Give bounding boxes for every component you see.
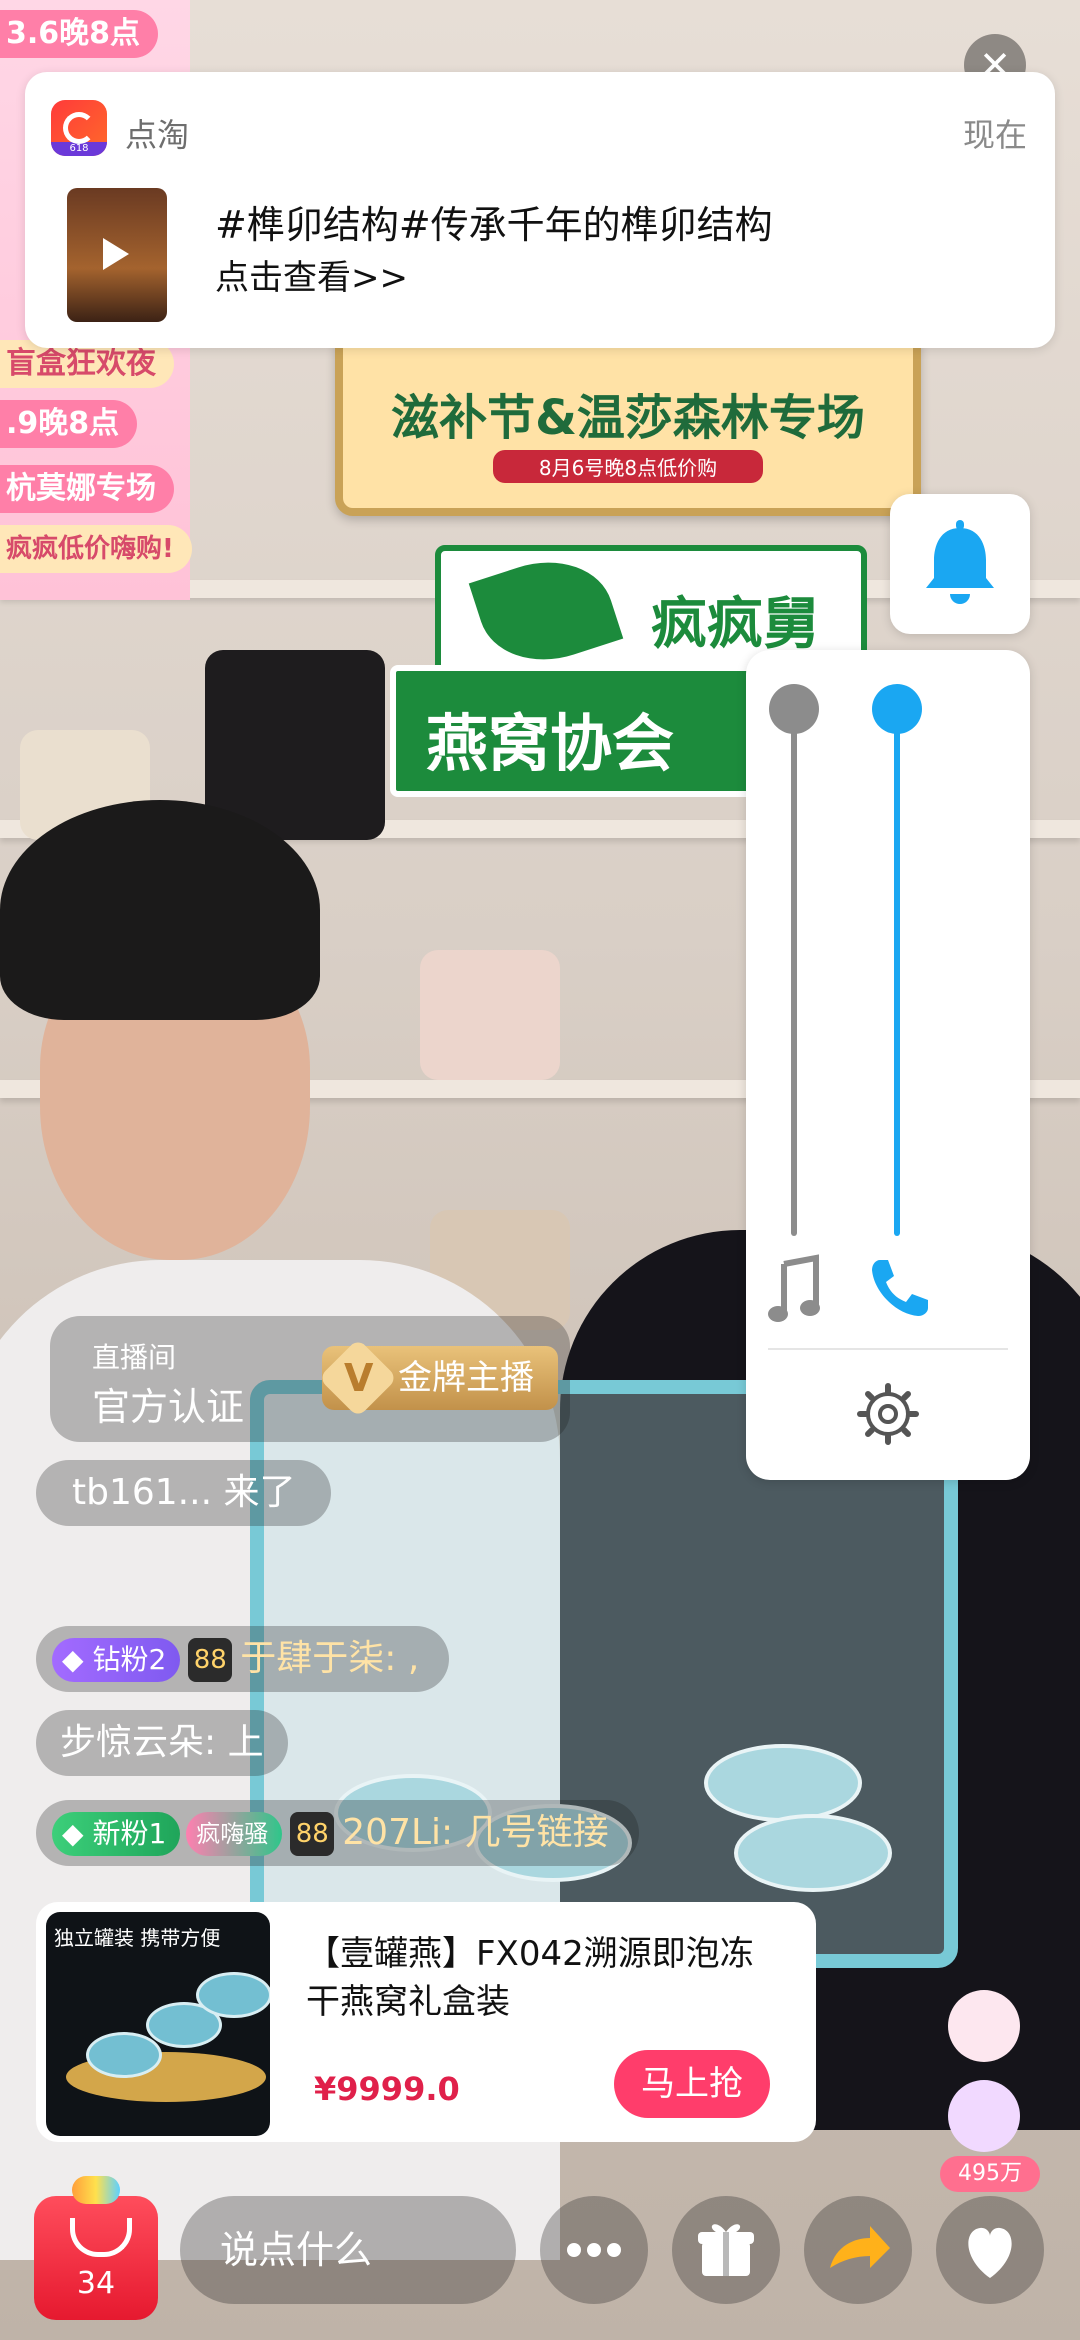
chat-message: tb161... 来了 (36, 1460, 332, 1526)
product-image[interactable]: 独立罐装 携带方便 (46, 1912, 270, 2136)
product-jar (86, 2032, 162, 2078)
promo-sign: 滋补节&温莎森林专场 8月6号晚8点低价购 (335, 330, 921, 516)
chat-text: 步惊云朵: 上 (60, 1722, 264, 1763)
shopping-bag-decoration (72, 2176, 120, 2204)
notification-thumbnail (67, 188, 167, 322)
play-icon (103, 238, 129, 270)
promo-sign-subtitle: 8月6号晚8点低价购 (493, 450, 763, 483)
comment-input[interactable]: 说点什么 (180, 2196, 516, 2304)
media-volume-knob[interactable] (769, 684, 819, 734)
gift-button[interactable] (672, 2196, 780, 2304)
fan-level-label: 新粉1 (92, 1817, 167, 1850)
product-name: 【壹罐燕】FX042溯源即泡冻干燕窝礼盒装 (306, 1934, 754, 2022)
banner-line: .9晚8点 (0, 400, 138, 448)
chat-message: ◆ 钻粉2 88 于肆于柒: , (36, 1626, 450, 1692)
share-icon (830, 2226, 890, 2268)
association-sign: 燕窝协会 (390, 665, 772, 797)
gold-anchor-badge: V 金牌主播 (318, 1338, 558, 1418)
app-icon-badge: 618 (51, 142, 107, 156)
product-image-tag: 独立罐装 携带方便 (54, 1926, 221, 1950)
gold-badge-label: 金牌主播 (398, 1358, 534, 1398)
gear-icon[interactable] (856, 1382, 920, 1450)
leaf-logo-icon (468, 543, 624, 679)
jar (734, 1814, 892, 1892)
product-card[interactable]: 独立罐装 携带方便 【壹罐燕】FX042溯源即泡冻干燕窝礼盒装 ¥9999.0 … (36, 1902, 816, 2142)
notification-subtitle: 点击查看>> (215, 258, 408, 298)
chat-text: 于肆于柒: , (240, 1638, 420, 1679)
shopping-bag-icon (70, 2218, 132, 2257)
push-notification[interactable]: 618 点淘 现在 #榫卯结构#传承千年的榫卯结构 点击查看>> (25, 72, 1055, 348)
notification-app-name: 点淘 (125, 116, 190, 154)
music-note-icon[interactable] (766, 1250, 826, 1334)
anchor-verification: 官方认证 (92, 1385, 245, 1429)
product-jar (196, 1972, 270, 2018)
more-icon (567, 2243, 621, 2257)
heart-eyes-emoji-icon (948, 1990, 1020, 2062)
more-button[interactable] (540, 2196, 648, 2304)
user-level: 88 (188, 1638, 233, 1682)
chat-text: 207Li: 几号链接 (342, 1812, 609, 1853)
host-hair (0, 800, 320, 1020)
banner-line: 疯疯低价嗨购! (0, 525, 192, 573)
gift-emoji-icon (948, 2080, 1020, 2152)
media-volume-slider[interactable] (791, 708, 797, 1236)
panel-divider (768, 1348, 1008, 1350)
cart-item-count: 34 (76, 2266, 116, 2301)
promo-sign-title: 滋补节&温莎森林专场 (391, 390, 865, 446)
chat-message: 步惊云朵: 上 (36, 1710, 288, 1776)
buy-now-button[interactable]: 马上抢 (614, 2050, 770, 2118)
notification-title: #榫卯结构#传承千年的榫卯结构 (215, 203, 773, 247)
fan-level-label: 钻粉2 (92, 1643, 167, 1676)
call-volume-slider[interactable] (894, 708, 900, 1236)
like-button[interactable] (936, 2196, 1044, 2304)
app-icon: 618 (51, 100, 107, 156)
chat-text: tb161... 来了 (72, 1472, 296, 1513)
like-count: 495万 (940, 2156, 1040, 2192)
banner-line: 3.6晚8点 (0, 10, 159, 58)
ringer-mode-button[interactable] (890, 494, 1030, 634)
heart-icon (968, 2227, 1012, 2278)
gold-badge-letter: V (344, 1356, 374, 1400)
jar (704, 1744, 862, 1822)
fan-level-badge: ◆ 钻粉2 (52, 1638, 181, 1682)
product-price: ¥9999.0 (314, 2070, 460, 2108)
shopping-bag-button[interactable]: 34 (34, 2176, 158, 2320)
gift-icon (698, 2224, 754, 2276)
bell-icon (926, 520, 994, 604)
user-level: 88 (290, 1812, 335, 1856)
banner-line: 杭莫娜专场 (0, 465, 174, 513)
chat-message: ◆ 新粉1 疯嗨骚 88 207Li: 几号链接 (36, 1800, 639, 1866)
fan-level-badge: ◆ 新粉1 (52, 1812, 181, 1856)
anchor-label: 直播间 (92, 1341, 177, 1374)
notification-time: 现在 (962, 116, 1027, 154)
event-badge: 疯嗨骚 (186, 1812, 283, 1856)
association-sign-text: 燕窝协会 (426, 707, 675, 780)
call-volume-knob[interactable] (872, 684, 922, 734)
volume-panel (746, 650, 1030, 1480)
share-button[interactable] (804, 2196, 912, 2304)
phone-icon[interactable] (866, 1252, 936, 1326)
